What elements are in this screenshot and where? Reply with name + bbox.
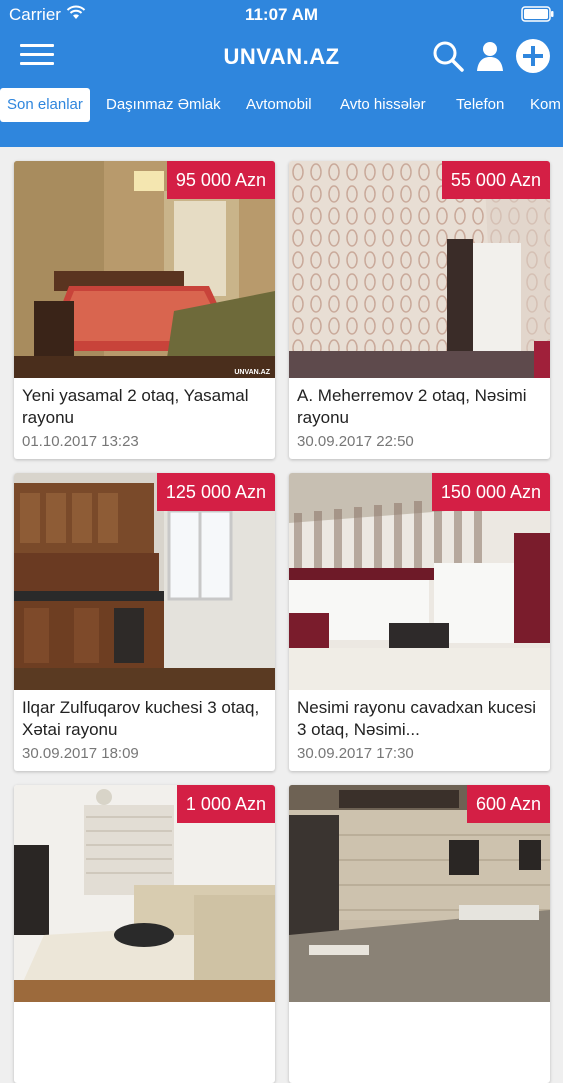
listing-date: 30.09.2017 22:50 (297, 433, 414, 450)
listing-price: 1 000 Azn (176, 785, 275, 823)
category-tabs: Son elanlar Daşınmaz Əmlak Avtomobil Avt… (0, 88, 563, 122)
status-time: 11:07 AM (244, 5, 319, 24)
listing-title (297, 1009, 545, 1053)
listing-card[interactable]: 1 000 Azn (14, 785, 275, 1083)
tab-son-elanlar[interactable]: Son elanlar (0, 88, 90, 122)
app-header: Carrier 11:07 AM UNVAN.AZ Son elanlar Da… (0, 0, 563, 147)
listing-price: 600 Azn (466, 785, 550, 823)
listing-title: Nesimi rayonu cavadxan kucesi 3 otaq, Nə… (297, 698, 537, 739)
listing-title: Ilqar Zulfuqarov kuchesi 3 otaq, Xətai r… (22, 698, 260, 739)
listing-title (22, 1009, 270, 1053)
listing-card[interactable]: 600 Azn (289, 785, 550, 1083)
listing-date: 30.09.2017 17:30 (297, 745, 414, 762)
listing-card[interactable]: 125 000 Azn Ilqar Zulfuqarov kuchesi 3 o… (14, 473, 275, 771)
add-icon[interactable] (515, 38, 551, 74)
search-icon[interactable] (430, 38, 466, 74)
tab-avtomobil[interactable]: Avtomobil (246, 88, 312, 122)
listing-price: 125 000 Azn (156, 473, 275, 511)
tab-telefon[interactable]: Telefon (456, 88, 504, 122)
tab-dasinmaz-emlak[interactable]: Daşınmaz Əmlak (106, 88, 221, 122)
listing-card[interactable]: 55 000 Azn A. Meherremov 2 otaq, Nəsimi … (289, 161, 550, 459)
photo-watermark: UNVAN.AZ (234, 369, 270, 376)
tab-avto-hisseler[interactable]: Avto hissələr (340, 88, 426, 122)
listing-title: Yeni yasamal 2 otaq, Yasamal rayonu (22, 386, 249, 427)
battery-icon (521, 6, 554, 22)
listing-card[interactable]: 150 000 Azn Nesimi rayonu cavadxan kuces… (289, 473, 550, 771)
listing-price: 55 000 Azn (441, 161, 550, 199)
listing-date: 01.10.2017 13:23 (22, 433, 139, 450)
user-icon[interactable] (472, 38, 508, 74)
status-bar: Carrier 11:07 AM (0, 0, 563, 30)
listing-price: 95 000 Azn (166, 161, 275, 199)
tab-kom[interactable]: Kom (530, 88, 561, 122)
listing-price: 150 000 Azn (431, 473, 550, 511)
listing-card[interactable]: UNVAN.AZ 95 000 Azn Yeni yasamal 2 otaq,… (14, 161, 275, 459)
listing-date: 30.09.2017 18:09 (22, 745, 139, 762)
listing-grid: UNVAN.AZ 95 000 Azn Yeni yasamal 2 otaq,… (0, 147, 563, 1083)
listing-title: A. Meherremov 2 otaq, Nəsimi rayonu (297, 386, 527, 427)
navbar: UNVAN.AZ (0, 30, 563, 86)
